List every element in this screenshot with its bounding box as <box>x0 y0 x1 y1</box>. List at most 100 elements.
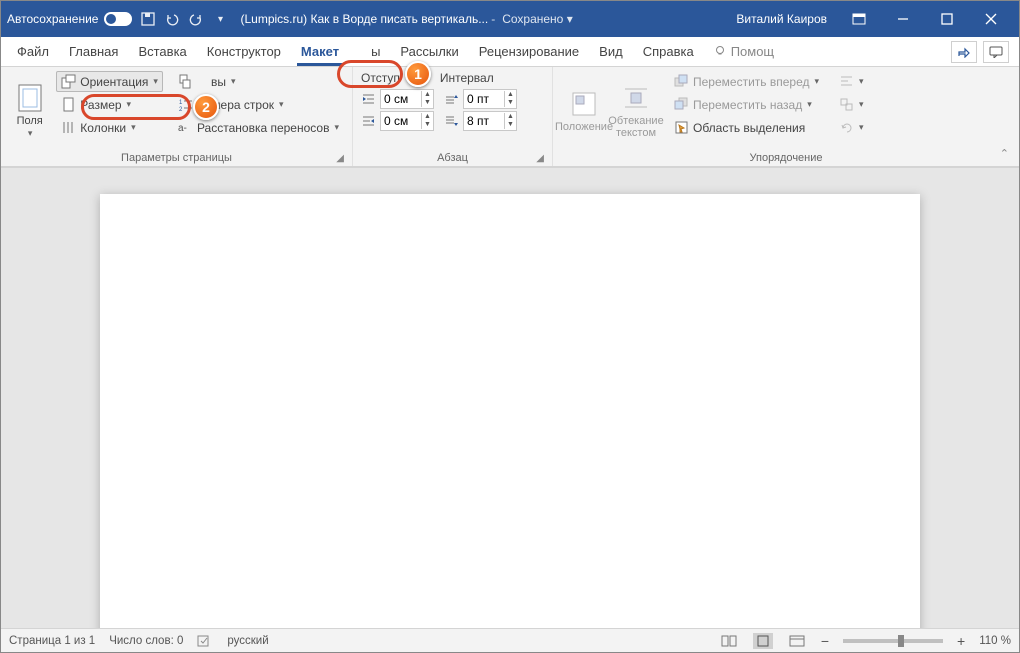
group-arrange: Положение Обтекание текстом Переместить … <box>553 67 1019 166</box>
document-canvas[interactable] <box>1 167 1019 628</box>
spacing-after-input[interactable]: ▲▼ <box>463 111 517 131</box>
columns-button[interactable]: Колонки▾ <box>56 117 163 138</box>
annotation-callout-2: 2 <box>193 94 219 120</box>
autosave-label: Автосохранение <box>7 12 98 26</box>
send-backward-icon <box>674 97 689 112</box>
tab-home[interactable]: Главная <box>59 37 128 66</box>
group-objects-button: ▾ <box>834 94 869 115</box>
orientation-button[interactable]: Ориентация▾ <box>56 71 163 92</box>
language-indicator[interactable]: русский <box>227 635 268 647</box>
annotation-callout-1: 1 <box>405 61 431 87</box>
indent-right-icon <box>361 114 376 129</box>
share-icon[interactable] <box>951 41 977 63</box>
indent-left-icon <box>361 92 376 107</box>
redo-icon[interactable] <box>188 11 204 27</box>
dialog-launcher-icon[interactable]: ◢ <box>336 153 344 164</box>
page-indicator[interactable]: Страница 1 из 1 <box>9 635 95 647</box>
group-icon <box>839 97 854 112</box>
margins-icon <box>15 83 45 113</box>
tab-fragment: ы <box>349 37 390 66</box>
print-layout-icon[interactable] <box>753 633 773 649</box>
minimize-icon[interactable] <box>881 1 925 37</box>
ribbon: Поля▾ Ориентация▾ Размер▾ Колонки▾ <box>1 67 1019 167</box>
proofing-icon[interactable] <box>197 634 213 648</box>
size-icon <box>61 97 76 112</box>
zoom-slider[interactable] <box>843 639 943 643</box>
breaks-button[interactable]: вы▾ <box>173 71 344 92</box>
qat-customize-icon[interactable]: ▾ <box>212 11 228 27</box>
rotate-icon <box>839 120 854 135</box>
user-name[interactable]: Виталий Каиров <box>736 12 827 26</box>
group-paragraph: Отступ Интервал ▲▼ ▲▼ ▲▼ ▲▼ Абзац ◢ <box>353 67 553 166</box>
tab-help[interactable]: Справка <box>633 37 704 66</box>
indent-header: Отступ <box>361 71 400 85</box>
group-label-arrange: Упорядочение <box>750 152 823 164</box>
group-label-page-setup: Параметры страницы <box>121 152 232 164</box>
columns-icon <box>61 120 76 135</box>
lightbulb-icon <box>714 45 727 58</box>
bring-forward-button: Переместить вперед▾ <box>669 71 824 92</box>
quick-access-toolbar: ▾ <box>140 11 228 27</box>
dialog-launcher-icon[interactable]: ◢ <box>536 153 544 164</box>
spacing-header: Интервал <box>440 71 494 85</box>
align-button: ▾ <box>834 71 869 92</box>
svg-text:a-: a- <box>178 123 187 134</box>
ribbon-tabs: Файл Главная Вставка Конструктор Макет ы… <box>1 37 1019 67</box>
search-box[interactable]: Помощ <box>704 37 784 66</box>
breaks-icon <box>178 74 193 89</box>
wrap-text-icon <box>621 83 651 113</box>
send-backward-button: Переместить назад▾ <box>669 94 824 115</box>
comments-icon[interactable] <box>983 41 1009 63</box>
close-icon[interactable] <box>969 1 1013 37</box>
selection-pane-icon <box>674 120 689 135</box>
rotate-button: ▾ <box>834 117 869 138</box>
word-count[interactable]: Число слов: 0 <box>109 635 183 647</box>
autosave-toggle[interactable]: Автосохранение <box>7 12 132 26</box>
document-page[interactable] <box>100 194 920 628</box>
indent-right-input[interactable]: ▲▼ <box>380 111 434 131</box>
tab-insert[interactable]: Вставка <box>128 37 196 66</box>
hyphenation-button[interactable]: a- Расстановка переносов▾ <box>173 117 344 138</box>
align-icon <box>839 74 854 89</box>
status-bar: Страница 1 из 1 Число слов: 0 русский − … <box>1 628 1019 652</box>
toggle-icon <box>104 12 132 26</box>
web-layout-icon[interactable] <box>787 633 807 649</box>
size-button[interactable]: Размер▾ <box>56 94 163 115</box>
read-mode-icon[interactable] <box>719 633 739 649</box>
tab-file[interactable]: Файл <box>7 37 59 66</box>
saved-status[interactable]: Сохранено ▾ <box>502 12 573 26</box>
bring-forward-icon <box>674 74 689 89</box>
title-bar: Автосохранение ▾ (Lumpics.ru) Как в Ворд… <box>1 1 1019 37</box>
spacing-after-icon <box>444 114 459 129</box>
collapse-ribbon-icon[interactable]: ⌃ <box>1000 147 1009 160</box>
tab-layout[interactable]: Макет <box>291 37 349 66</box>
position-icon <box>569 89 599 119</box>
spacing-before-input[interactable]: ▲▼ <box>463 89 517 109</box>
svg-text:2: 2 <box>179 107 183 112</box>
document-title: (Lumpics.ru) Как в Ворде писать вертикал… <box>240 12 488 26</box>
wrap-text-button: Обтекание текстом <box>613 71 659 151</box>
margins-button[interactable]: Поля▾ <box>9 71 50 151</box>
indent-left-input[interactable]: ▲▼ <box>380 89 434 109</box>
group-page-setup: Поля▾ Ориентация▾ Размер▾ Колонки▾ <box>1 67 353 166</box>
spacing-before-icon <box>444 92 459 107</box>
orientation-icon <box>61 74 76 89</box>
tab-design[interactable]: Конструктор <box>197 37 291 66</box>
hyphenation-icon: a- <box>178 120 193 135</box>
app-window: Автосохранение ▾ (Lumpics.ru) Как в Ворд… <box>0 0 1020 653</box>
zoom-level[interactable]: 110 % <box>979 635 1011 647</box>
selection-pane-button[interactable]: Область выделения <box>669 117 824 138</box>
group-label-paragraph: Абзац <box>437 152 468 164</box>
line-numbers-icon: 12 <box>178 97 193 112</box>
save-icon[interactable] <box>140 11 156 27</box>
zoom-out-button[interactable]: − <box>821 633 829 649</box>
position-button: Положение <box>561 71 607 151</box>
maximize-icon[interactable] <box>925 1 969 37</box>
ribbon-display-icon[interactable] <box>837 1 881 37</box>
undo-icon[interactable] <box>164 11 180 27</box>
tab-mailings[interactable]: Рассылки <box>390 37 468 66</box>
tab-review[interactable]: Рецензирование <box>469 37 589 66</box>
tab-view[interactable]: Вид <box>589 37 633 66</box>
svg-text:1: 1 <box>179 100 183 106</box>
zoom-in-button[interactable]: + <box>957 633 965 649</box>
